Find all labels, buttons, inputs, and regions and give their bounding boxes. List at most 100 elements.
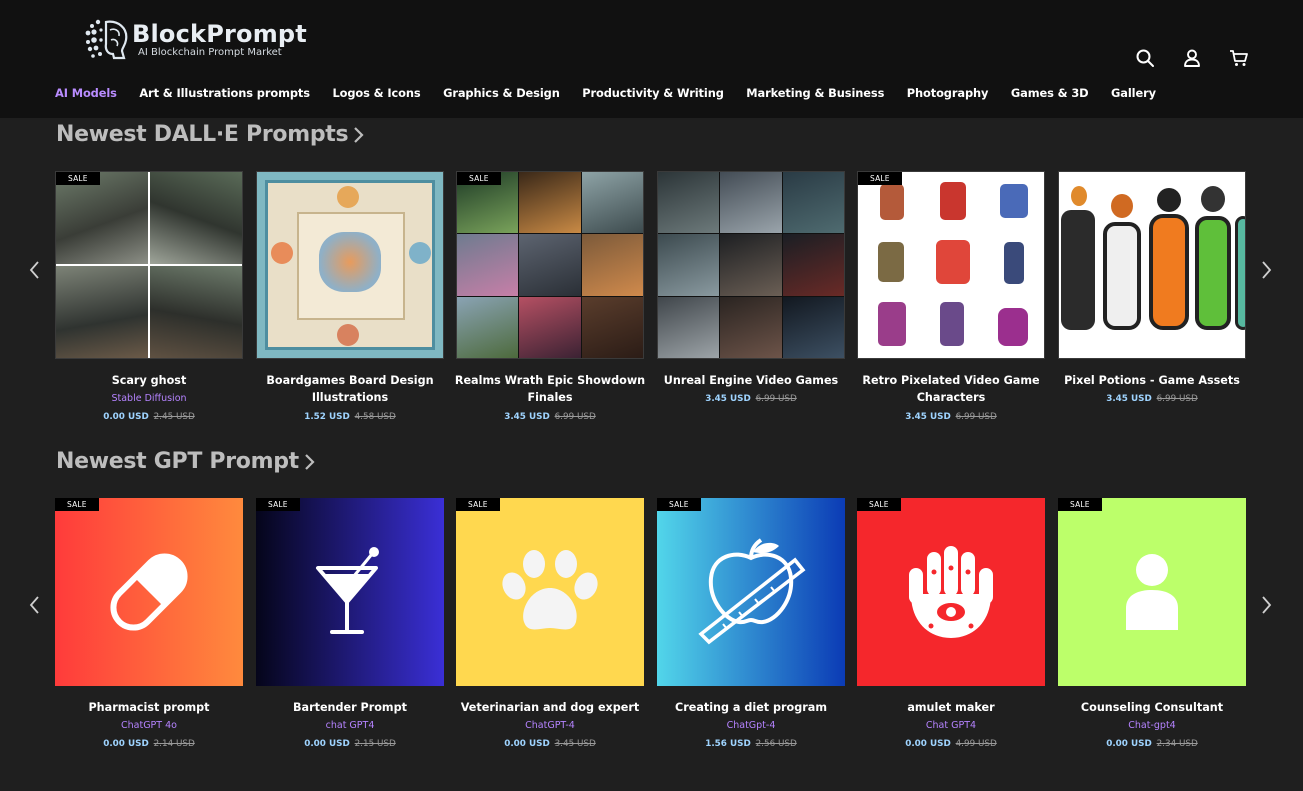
product-title[interactable]: Pixel Potions - Game Assets <box>1054 372 1250 389</box>
search-icon[interactable] <box>1135 48 1155 68</box>
product-thumbnail[interactable]: SALE <box>657 498 845 686</box>
gpt-carousel: SALE Pharmacist prompt ChatGPT 4o 0.00 U… <box>55 498 1246 749</box>
nav-item-photography[interactable]: Photography <box>907 86 989 100</box>
carousel-next-icon[interactable] <box>1258 259 1274 281</box>
carousel-prev-icon[interactable] <box>27 259 43 281</box>
category-nav: AI Models Art & Illustrations prompts Lo… <box>55 86 1178 100</box>
product-title[interactable]: Veterinarian and dog expert <box>452 699 648 716</box>
product-thumbnail[interactable]: SALE <box>857 171 1045 359</box>
user-icon[interactable] <box>1182 48 1202 68</box>
logo[interactable]: BlockPrompt AI Blockchain Prompt Market <box>84 16 314 64</box>
pill-icon <box>110 553 188 631</box>
product-price: 3.45 USD 6.99 USD <box>857 412 1045 422</box>
sale-badge: SALE <box>1058 498 1102 511</box>
product-title[interactable]: Bartender Prompt <box>252 699 448 716</box>
product-price: 1.56 USD 2.56 USD <box>657 739 845 749</box>
original-price: 6.99 USD <box>955 412 997 422</box>
current-price: 0.00 USD <box>905 739 951 749</box>
nav-item-art-illustrations[interactable]: Art & Illustrations prompts <box>139 86 310 100</box>
person-icon <box>1126 554 1178 630</box>
current-price: 0.00 USD <box>103 739 149 749</box>
original-price: 2.45 USD <box>153 412 195 422</box>
dalle-carousel: SALE Scary ghost Stable Diffusion 0.00 U… <box>55 171 1246 422</box>
original-price: 2.14 USD <box>153 739 195 749</box>
current-price: 0.00 USD <box>103 412 149 422</box>
sale-badge: SALE <box>56 172 100 185</box>
product-price: 3.45 USD 6.99 USD <box>1058 394 1246 404</box>
nav-item-marketing-business[interactable]: Marketing & Business <box>746 86 884 100</box>
product-title[interactable]: amulet maker <box>853 699 1049 716</box>
carousel-prev-icon[interactable] <box>27 594 43 616</box>
product-model: Stable Diffusion <box>111 393 187 404</box>
header-actions <box>1135 48 1249 68</box>
product-title[interactable]: Retro Pixelated Video Game Characters <box>853 372 1049 406</box>
nav-item-gallery[interactable]: Gallery <box>1111 86 1156 100</box>
section-title-gpt[interactable]: Newest GPT Prompt <box>56 449 317 474</box>
sale-badge: SALE <box>858 172 902 185</box>
chevron-right-icon <box>305 453 315 470</box>
product-model: ChatGpt-4 <box>726 720 776 731</box>
chevron-right-icon <box>354 126 364 143</box>
product-title[interactable]: Realms Wrath Epic Showdown Finales <box>452 372 648 406</box>
original-price: 4.58 USD <box>354 412 396 422</box>
product-model: Chat GPT4 <box>925 720 977 731</box>
product-price: 0.00 USD 2.45 USD <box>55 412 243 422</box>
carousel-next-icon[interactable] <box>1258 594 1274 616</box>
product-price: 0.00 USD 2.15 USD <box>256 739 444 749</box>
product-model: Chat-gpt4 <box>1128 720 1176 731</box>
product-price: 0.00 USD 2.34 USD <box>1058 739 1246 749</box>
nav-item-productivity-writing[interactable]: Productivity & Writing <box>582 86 724 100</box>
product-title[interactable]: Unreal Engine Video Games <box>653 372 849 389</box>
original-price: 6.99 USD <box>1156 394 1198 404</box>
nav-item-ai-models[interactable]: AI Models <box>55 86 117 100</box>
top-bar: BlockPrompt AI Blockchain Prompt Market … <box>0 0 1303 118</box>
original-price: 2.34 USD <box>1156 739 1198 749</box>
section-title-text: Newest DALL·E Prompts <box>56 122 349 147</box>
nav-item-graphics-design[interactable]: Graphics & Design <box>443 86 560 100</box>
nav-item-logos-icons[interactable]: Logos & Icons <box>332 86 420 100</box>
product-title[interactable]: Scary ghost <box>51 372 247 389</box>
product-thumbnail[interactable]: SALE <box>456 171 644 359</box>
original-price: 6.99 USD <box>554 412 596 422</box>
product-price: 0.00 USD 2.14 USD <box>55 739 243 749</box>
cart-icon[interactable] <box>1229 48 1249 68</box>
current-price: 0.00 USD <box>1106 739 1152 749</box>
product-thumbnail[interactable]: SALE <box>55 171 243 359</box>
product-thumbnail[interactable] <box>657 171 845 359</box>
paw-icon <box>502 550 598 630</box>
product-thumbnail[interactable]: SALE <box>256 498 444 686</box>
sale-badge: SALE <box>55 498 99 511</box>
product-thumbnail[interactable]: SALE <box>55 498 243 686</box>
original-price: 6.99 USD <box>755 394 797 404</box>
brand-tagline: AI Blockchain Prompt Market <box>138 47 282 58</box>
product-thumbnail[interactable]: SALE <box>456 498 644 686</box>
product-thumbnail[interactable]: SALE <box>857 498 1045 686</box>
product-title[interactable]: Pharmacist prompt <box>51 699 247 716</box>
current-price: 3.45 USD <box>504 412 550 422</box>
nav-item-games-3d[interactable]: Games & 3D <box>1011 86 1089 100</box>
product-price: 0.00 USD 3.45 USD <box>456 739 644 749</box>
original-price: 2.15 USD <box>354 739 396 749</box>
apple-measure-icon <box>698 538 806 645</box>
sale-badge: SALE <box>857 498 901 511</box>
current-price: 0.00 USD <box>304 739 350 749</box>
brain-logo-icon <box>84 18 130 62</box>
sale-badge: SALE <box>456 498 500 511</box>
product-price: 0.00 USD 4.99 USD <box>857 739 1045 749</box>
product-title[interactable]: Creating a diet program <box>653 699 849 716</box>
sale-badge: SALE <box>657 498 701 511</box>
original-price: 4.99 USD <box>955 739 997 749</box>
product-thumbnail[interactable]: SALE <box>1058 498 1246 686</box>
product-title[interactable]: Counseling Consultant <box>1054 699 1250 716</box>
product-price: 1.52 USD 4.58 USD <box>256 412 444 422</box>
original-price: 3.45 USD <box>554 739 596 749</box>
product-model: ChatGPT-4 <box>525 720 575 731</box>
sale-badge: SALE <box>457 172 501 185</box>
product-thumbnail[interactable] <box>256 171 444 359</box>
brand-name: BlockPrompt <box>132 20 307 48</box>
section-title-dalle[interactable]: Newest DALL·E Prompts <box>56 122 366 147</box>
product-thumbnail[interactable] <box>1058 171 1246 359</box>
current-price: 0.00 USD <box>504 739 550 749</box>
product-title[interactable]: Boardgames Board Design Illustrations <box>252 372 448 406</box>
sale-badge: SALE <box>256 498 300 511</box>
